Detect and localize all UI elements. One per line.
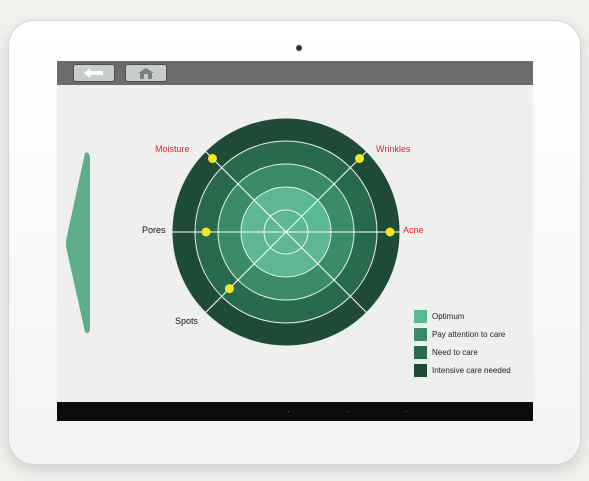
legend-item-optimum: Optimum: [414, 307, 511, 325]
nav-recent-dot[interactable]: [406, 411, 407, 412]
marker-acne: [385, 227, 395, 237]
axis-label-wrinkles: Wrinkles: [376, 144, 411, 154]
legend-swatch-optimum: [414, 309, 427, 323]
system-nav-bar: [57, 402, 533, 421]
legend-item-pay-attention: Pay attention to care: [414, 325, 511, 343]
legend-item-need-care: Need to care: [414, 343, 511, 361]
legend-label: Pay attention to care: [432, 329, 506, 339]
legend: Optimum Pay attention to care Need to ca…: [414, 307, 511, 379]
marker-moisture: [207, 153, 217, 163]
legend-label: Need to care: [432, 347, 478, 357]
legend-swatch-pay-attention: [414, 327, 427, 341]
legend-label: Optimum: [432, 311, 465, 321]
legend-item-intensive: Intensive care needed: [414, 361, 511, 379]
nav-back-dot[interactable]: [288, 411, 289, 412]
camera-dot: [296, 45, 302, 51]
axis-label-pores: Pores: [142, 225, 166, 235]
nav-home-dot[interactable]: [347, 411, 348, 412]
marker-spots: [224, 284, 234, 294]
legend-label: Intensive care needed: [432, 365, 511, 375]
app-screen: Moisture Wrinkles Acne Spots Pores Optim…: [57, 61, 533, 421]
axis-label-spots: Spots: [175, 316, 199, 326]
marker-wrinkles: [355, 153, 365, 163]
legend-swatch-intensive: [414, 363, 427, 377]
marker-pores: [201, 227, 211, 237]
legend-swatch-need-care: [414, 345, 427, 359]
axis-label-moisture: Moisture: [155, 144, 190, 154]
axis-label-acne: Acne: [403, 225, 424, 235]
